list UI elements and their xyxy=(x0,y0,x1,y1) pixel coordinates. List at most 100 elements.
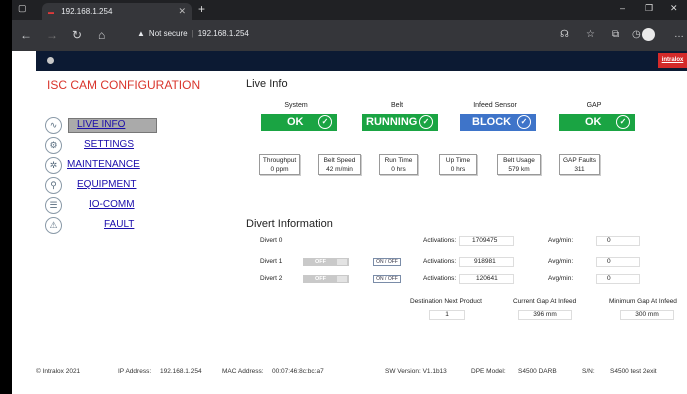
url-separator: | xyxy=(191,29,194,38)
metric-label: Belt Usage xyxy=(503,157,535,164)
back-icon[interactable]: ← xyxy=(20,28,32,42)
metric-label: Run Time xyxy=(384,157,413,164)
ip-address: 192.168.1.254 xyxy=(160,368,202,375)
divert-1-toggle[interactable]: OFF xyxy=(303,258,349,266)
sw-version: SW Version: V1.1b13 xyxy=(385,368,447,375)
divert-heading: Divert Information xyxy=(246,218,333,230)
nav-link-live-info[interactable]: LIVE INFO xyxy=(68,118,157,133)
gear-icon: ⚙ xyxy=(45,137,62,154)
browser-tab[interactable]: ▬ 192.168.1.254 ✕ xyxy=(42,3,192,20)
divert-0-label: Divert 0 xyxy=(260,237,283,244)
check-icon: ✓ xyxy=(318,115,332,129)
destination-value: 1 xyxy=(429,310,465,320)
url-text: 192.168.1.254 xyxy=(197,29,249,38)
warning-icon: ▲ xyxy=(137,29,145,38)
intralox-logo[interactable]: intralox xyxy=(658,53,687,68)
close-window-icon[interactable]: ✕ xyxy=(670,3,678,14)
home-icon[interactable]: ⌂ xyxy=(98,28,105,42)
metric-value: 0 hrs xyxy=(391,166,406,173)
infeed-sensor-status-badge: BLOCK ✓ xyxy=(460,114,536,131)
collections-icon[interactable]: ⧉ xyxy=(612,29,619,40)
more-menu-icon[interactable]: … xyxy=(674,29,684,40)
browser-window: ▢ ▬ 192.168.1.254 ✕ + – ❐ ✕ ← → ↻ ⌂ ▲ Not… xyxy=(12,0,687,394)
gap-status-value: OK xyxy=(585,116,602,128)
divert-1-onoff-button[interactable]: ON / OFF xyxy=(373,258,401,266)
activations-label: Activations: xyxy=(423,258,457,265)
new-tab-button[interactable]: + xyxy=(198,2,205,16)
metric-value: 0 hrs xyxy=(450,166,466,173)
current-gap-value: 396 mm xyxy=(518,310,572,320)
nav-link-fault[interactable]: FAULT xyxy=(104,219,134,230)
divert-2-toggle[interactable]: OFF xyxy=(303,275,349,283)
metric-value: 579 km xyxy=(508,166,530,173)
divert-2-avg: 0 xyxy=(596,274,640,284)
metric-belt-usage: Belt Usage 579 km xyxy=(497,154,541,175)
metric-belt-speed: Belt Speed 42 m/min xyxy=(318,154,361,175)
belt-status-badge: RUNNING ✓ xyxy=(362,114,438,131)
infeed-sensor-status-value: BLOCK xyxy=(472,116,512,128)
avg-label: Avg/min: xyxy=(548,237,574,244)
metric-label: Belt Speed xyxy=(323,157,356,164)
status-dot xyxy=(47,57,54,64)
avg-label: Avg/min: xyxy=(548,258,574,265)
nav-link-equipment[interactable]: EQUIPMENT xyxy=(77,179,136,190)
minimize-icon[interactable]: – xyxy=(620,3,625,13)
history-icon[interactable]: ◷ xyxy=(632,29,641,40)
maximize-icon[interactable]: ❐ xyxy=(645,3,653,14)
avg-label: Avg/min: xyxy=(548,275,574,282)
gap-status-badge: OK ✓ xyxy=(559,114,635,131)
sn-label: S/N: xyxy=(582,368,595,375)
belt-status-value: RUNNING xyxy=(366,116,418,128)
read-aloud-icon[interactable]: ☊ xyxy=(560,29,569,40)
divert-2-onoff-button[interactable]: ON / OFF xyxy=(373,275,401,283)
address-bar: ← → ↻ ⌂ ▲ Not secure | 192.168.1.254 ☊ ☆ ⧉ … xyxy=(12,20,687,51)
copyright: © Intralox 2021 xyxy=(36,368,81,375)
mac-address: 00:07:46:8c:bc:a7 xyxy=(272,368,324,375)
divert-1-label: Divert 1 xyxy=(260,258,283,265)
metric-gap-faults: GAP Faults 311 xyxy=(559,154,600,175)
metric-up-time: Up Time 0 hrs xyxy=(439,154,477,175)
pulse-icon: ∿ xyxy=(45,117,62,134)
ip-label: IP Address: xyxy=(118,368,152,375)
url-field[interactable]: ▲ Not secure | 192.168.1.254 xyxy=(137,29,249,38)
tab-favicon-icon: ▬ xyxy=(48,10,54,16)
tab-close-icon[interactable]: ✕ xyxy=(178,3,186,20)
mac-label: MAC Address: xyxy=(222,368,264,375)
divert-0-avg: 0 xyxy=(596,236,640,246)
window-menu-icon[interactable]: ▢ xyxy=(18,3,27,14)
check-icon: ✓ xyxy=(419,115,433,129)
nav-link-settings[interactable]: SETTINGS xyxy=(84,139,134,150)
metric-value: 0 ppm xyxy=(270,166,289,173)
tab-title: 192.168.1.254 xyxy=(61,7,113,16)
check-icon: ✓ xyxy=(616,115,630,129)
metric-label: Up Time xyxy=(445,157,471,164)
favorites-icon[interactable]: ☆ xyxy=(586,29,595,40)
system-status-badge: OK ✓ xyxy=(261,114,337,131)
metric-label: Throughput xyxy=(262,157,297,164)
belt-label: Belt xyxy=(390,102,404,109)
live-info-heading: Live Info xyxy=(246,78,288,90)
metric-label: GAP Faults xyxy=(562,157,597,164)
app-title: ISC CAM CONFIGURATION xyxy=(47,78,201,92)
warning-icon: ⚠ xyxy=(45,217,62,234)
wrench-icon: ⚲ xyxy=(45,177,62,194)
divert-1-avg: 0 xyxy=(596,257,640,267)
system-status-value: OK xyxy=(287,116,304,128)
current-gap-label: Current Gap At Infeed xyxy=(513,298,577,305)
refresh-icon[interactable]: ↻ xyxy=(72,28,82,42)
profile-avatar[interactable] xyxy=(642,28,655,41)
metric-throughput: Throughput 0 ppm xyxy=(259,154,300,175)
divert-2-activations: 120641 xyxy=(459,274,514,284)
page-content: intralox ISC CAM CONFIGURATION Live Info… xyxy=(36,51,687,394)
activations-label: Activations: xyxy=(423,275,457,282)
nav-link-maintenance[interactable]: MAINTENANCE xyxy=(67,159,140,170)
minimum-gap-value: 300 mm xyxy=(620,310,674,320)
forward-icon[interactable]: → xyxy=(46,28,58,42)
divert-1-activations: 918981 xyxy=(459,257,514,267)
nav-link-io-comm[interactable]: IO-COMM xyxy=(89,199,135,210)
divert-0-activations: 1709475 xyxy=(459,236,514,246)
metric-run-time: Run Time 0 hrs xyxy=(379,154,418,175)
destination-label: Destination Next Product xyxy=(410,298,482,305)
gap-label: GAP xyxy=(586,102,602,109)
dpe-model: S4500 DARB xyxy=(518,368,557,375)
